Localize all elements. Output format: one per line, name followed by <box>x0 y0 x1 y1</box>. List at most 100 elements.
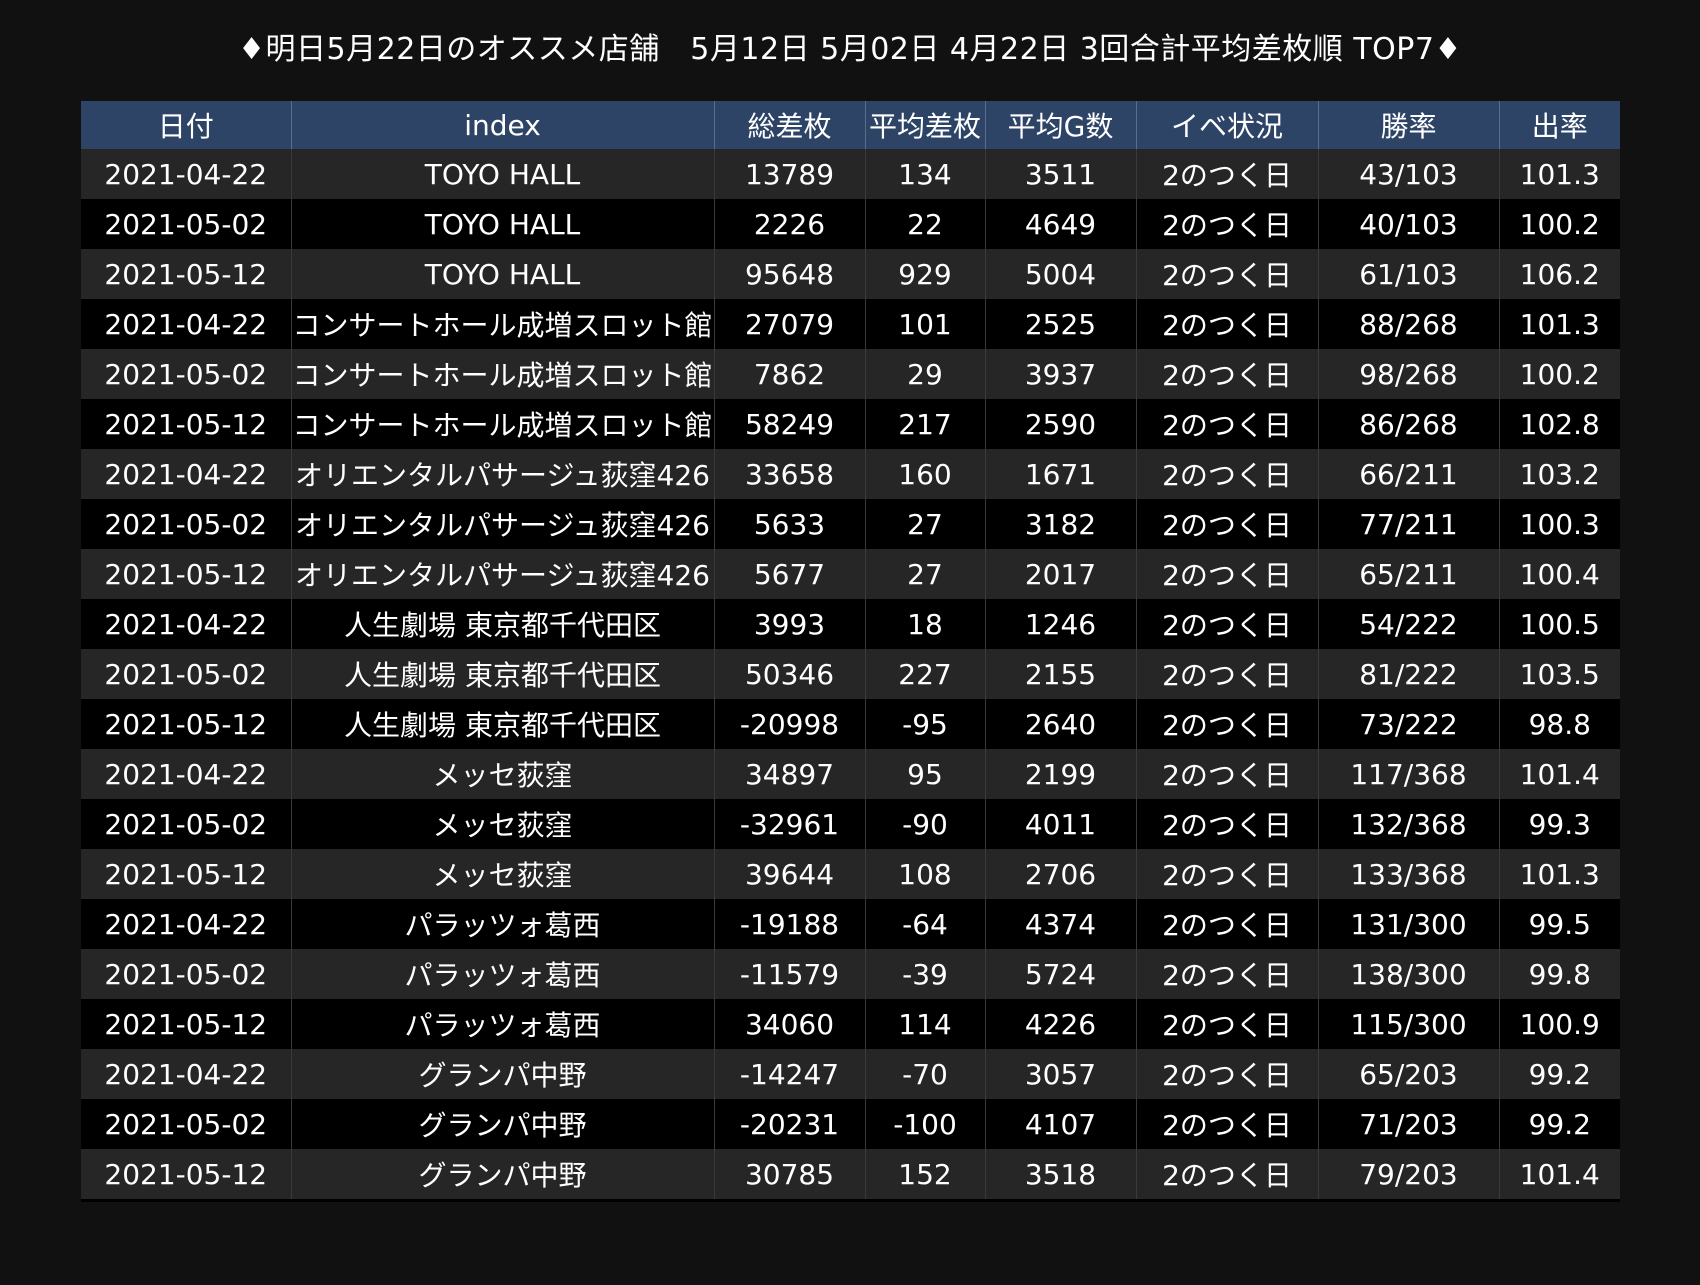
cell-win-rate: 81/222 <box>1318 649 1500 699</box>
table-row: 2021-05-02 パラッツォ葛西 -11579 -39 5724 2のつく日 138/3… <box>81 949 1620 999</box>
cell-total-diff: 5633 <box>714 499 866 549</box>
cell-payout-rate: 103.5 <box>1499 649 1620 699</box>
cell-avg-games: 3937 <box>985 349 1137 399</box>
cell-event: 2のつく日 <box>1136 449 1319 499</box>
cell-event: 2のつく日 <box>1136 149 1319 199</box>
table-row: 2021-05-12 人生劇場 東京都千代田区 -20998 -95 2640 2のつく日… <box>81 699 1620 749</box>
cell-index: パラッツォ葛西 <box>291 949 715 999</box>
table-row: 2021-05-12 オリエンタルパサージュ荻窪426 5677 27 2017 2のつく… <box>81 549 1620 599</box>
cell-date: 2021-04-22 <box>81 899 292 949</box>
cell-avg-diff: -70 <box>865 1049 986 1099</box>
cell-date: 2021-04-22 <box>81 449 292 499</box>
cell-win-rate: 66/211 <box>1318 449 1500 499</box>
cell-index: グランパ中野 <box>291 1099 715 1149</box>
cell-win-rate: 77/211 <box>1318 499 1500 549</box>
cell-payout-rate: 103.2 <box>1499 449 1620 499</box>
cell-avg-diff: -95 <box>865 699 986 749</box>
column-header-index: index <box>291 101 715 149</box>
cell-avg-diff: 27 <box>865 499 986 549</box>
table-row: 2021-05-02 TOYO HALL 2226 22 4649 2のつく日 40/103… <box>81 199 1620 249</box>
cell-date: 2021-05-02 <box>81 499 292 549</box>
table-row: 2021-05-12 メッセ荻窪 39644 108 2706 2のつく日 133/368 1… <box>81 849 1620 899</box>
cell-total-diff: 95648 <box>714 249 866 299</box>
cell-win-rate: 73/222 <box>1318 699 1500 749</box>
cell-date: 2021-05-02 <box>81 199 292 249</box>
cell-avg-games: 5004 <box>985 249 1137 299</box>
cell-win-rate: 71/203 <box>1318 1099 1500 1149</box>
cell-win-rate: 132/368 <box>1318 799 1500 849</box>
cell-avg-diff: 101 <box>865 299 986 349</box>
cell-index: TOYO HALL <box>291 249 715 299</box>
cell-win-rate: 98/268 <box>1318 349 1500 399</box>
table-row: 2021-05-02 メッセ荻窪 -32961 -90 4011 2のつく日 132/368… <box>81 799 1620 849</box>
cell-date: 2021-04-22 <box>81 149 292 199</box>
cell-payout-rate: 98.8 <box>1499 699 1620 749</box>
cell-event: 2のつく日 <box>1136 249 1319 299</box>
cell-win-rate: 131/300 <box>1318 899 1500 949</box>
column-header-payout-rate: 出率 <box>1499 101 1620 149</box>
cell-avg-diff: -100 <box>865 1099 986 1149</box>
cell-index: TOYO HALL <box>291 199 715 249</box>
cell-index: コンサートホール成増スロット館 <box>291 399 715 449</box>
cell-avg-diff: 27 <box>865 549 986 599</box>
cell-total-diff: -14247 <box>714 1049 866 1099</box>
cell-date: 2021-04-22 <box>81 1049 292 1099</box>
table-row: 2021-05-12 コンサートホール成増スロット館 58249 217 2590 2のつ… <box>81 399 1620 449</box>
cell-index: 人生劇場 東京都千代田区 <box>291 599 715 649</box>
table-row: 2021-04-22 メッセ荻窪 34897 95 2199 2のつく日 117/368 10… <box>81 749 1620 799</box>
cell-avg-diff: 114 <box>865 999 986 1049</box>
cell-event: 2のつく日 <box>1136 199 1319 249</box>
cell-payout-rate: 101.3 <box>1499 299 1620 349</box>
cell-payout-rate: 102.8 <box>1499 399 1620 449</box>
cell-win-rate: 115/300 <box>1318 999 1500 1049</box>
cell-event: 2のつく日 <box>1136 999 1319 1049</box>
column-header-avg-games: 平均G数 <box>985 101 1137 149</box>
table-body: 2021-04-22 TOYO HALL 13789 134 3511 2のつく日 43/1… <box>81 149 1620 1202</box>
cell-event: 2のつく日 <box>1136 1049 1319 1099</box>
cell-index: オリエンタルパサージュ荻窪426 <box>291 549 715 599</box>
cell-event: 2のつく日 <box>1136 1149 1319 1202</box>
cell-payout-rate: 100.3 <box>1499 499 1620 549</box>
table-row: 2021-05-02 人生劇場 東京都千代田区 50346 227 2155 2のつく日 8… <box>81 649 1620 699</box>
table-header: 日付 index 総差枚 平均差枚 平均G数 イベ状況 勝率 出率 <box>81 101 1620 149</box>
cell-event: 2のつく日 <box>1136 799 1319 849</box>
cell-total-diff: 3993 <box>714 599 866 649</box>
table-row: 2021-05-02 グランパ中野 -20231 -100 4107 2のつく日 71/20… <box>81 1099 1620 1149</box>
cell-date: 2021-05-12 <box>81 549 292 599</box>
cell-avg-diff: 95 <box>865 749 986 799</box>
header-row: 日付 index 総差枚 平均差枚 平均G数 イベ状況 勝率 出率 <box>81 101 1620 149</box>
table-row: 2021-05-12 グランパ中野 30785 152 3518 2のつく日 79/203 1… <box>81 1149 1620 1202</box>
cell-event: 2のつく日 <box>1136 699 1319 749</box>
cell-total-diff: 58249 <box>714 399 866 449</box>
cell-avg-games: 2525 <box>985 299 1137 349</box>
cell-avg-diff: -39 <box>865 949 986 999</box>
cell-total-diff: 13789 <box>714 149 866 199</box>
cell-payout-rate: 101.3 <box>1499 149 1620 199</box>
cell-date: 2021-05-02 <box>81 649 292 699</box>
cell-event: 2のつく日 <box>1136 599 1319 649</box>
cell-avg-games: 1671 <box>985 449 1137 499</box>
cell-date: 2021-05-02 <box>81 349 292 399</box>
cell-index: TOYO HALL <box>291 149 715 199</box>
cell-payout-rate: 99.8 <box>1499 949 1620 999</box>
cell-avg-games: 3518 <box>985 1149 1137 1202</box>
cell-avg-diff: 152 <box>865 1149 986 1202</box>
cell-date: 2021-04-22 <box>81 299 292 349</box>
cell-avg-games: 2706 <box>985 849 1137 899</box>
cell-win-rate: 65/211 <box>1318 549 1500 599</box>
cell-date: 2021-04-22 <box>81 749 292 799</box>
cell-event: 2のつく日 <box>1136 1099 1319 1149</box>
cell-win-rate: 138/300 <box>1318 949 1500 999</box>
cell-date: 2021-05-02 <box>81 949 292 999</box>
cell-total-diff: 5677 <box>714 549 866 599</box>
cell-index: 人生劇場 東京都千代田区 <box>291 699 715 749</box>
cell-avg-games: 3511 <box>985 149 1137 199</box>
cell-win-rate: 54/222 <box>1318 599 1500 649</box>
cell-event: 2のつく日 <box>1136 349 1319 399</box>
cell-date: 2021-05-12 <box>81 249 292 299</box>
cell-event: 2のつく日 <box>1136 749 1319 799</box>
cell-win-rate: 86/268 <box>1318 399 1500 449</box>
cell-avg-games: 4011 <box>985 799 1137 849</box>
cell-index: メッセ荻窪 <box>291 799 715 849</box>
title-container: ♦明日5月22日のオススメ店舗 5月12日 5月02日 4月22日 3回合計平均… <box>0 0 1700 68</box>
